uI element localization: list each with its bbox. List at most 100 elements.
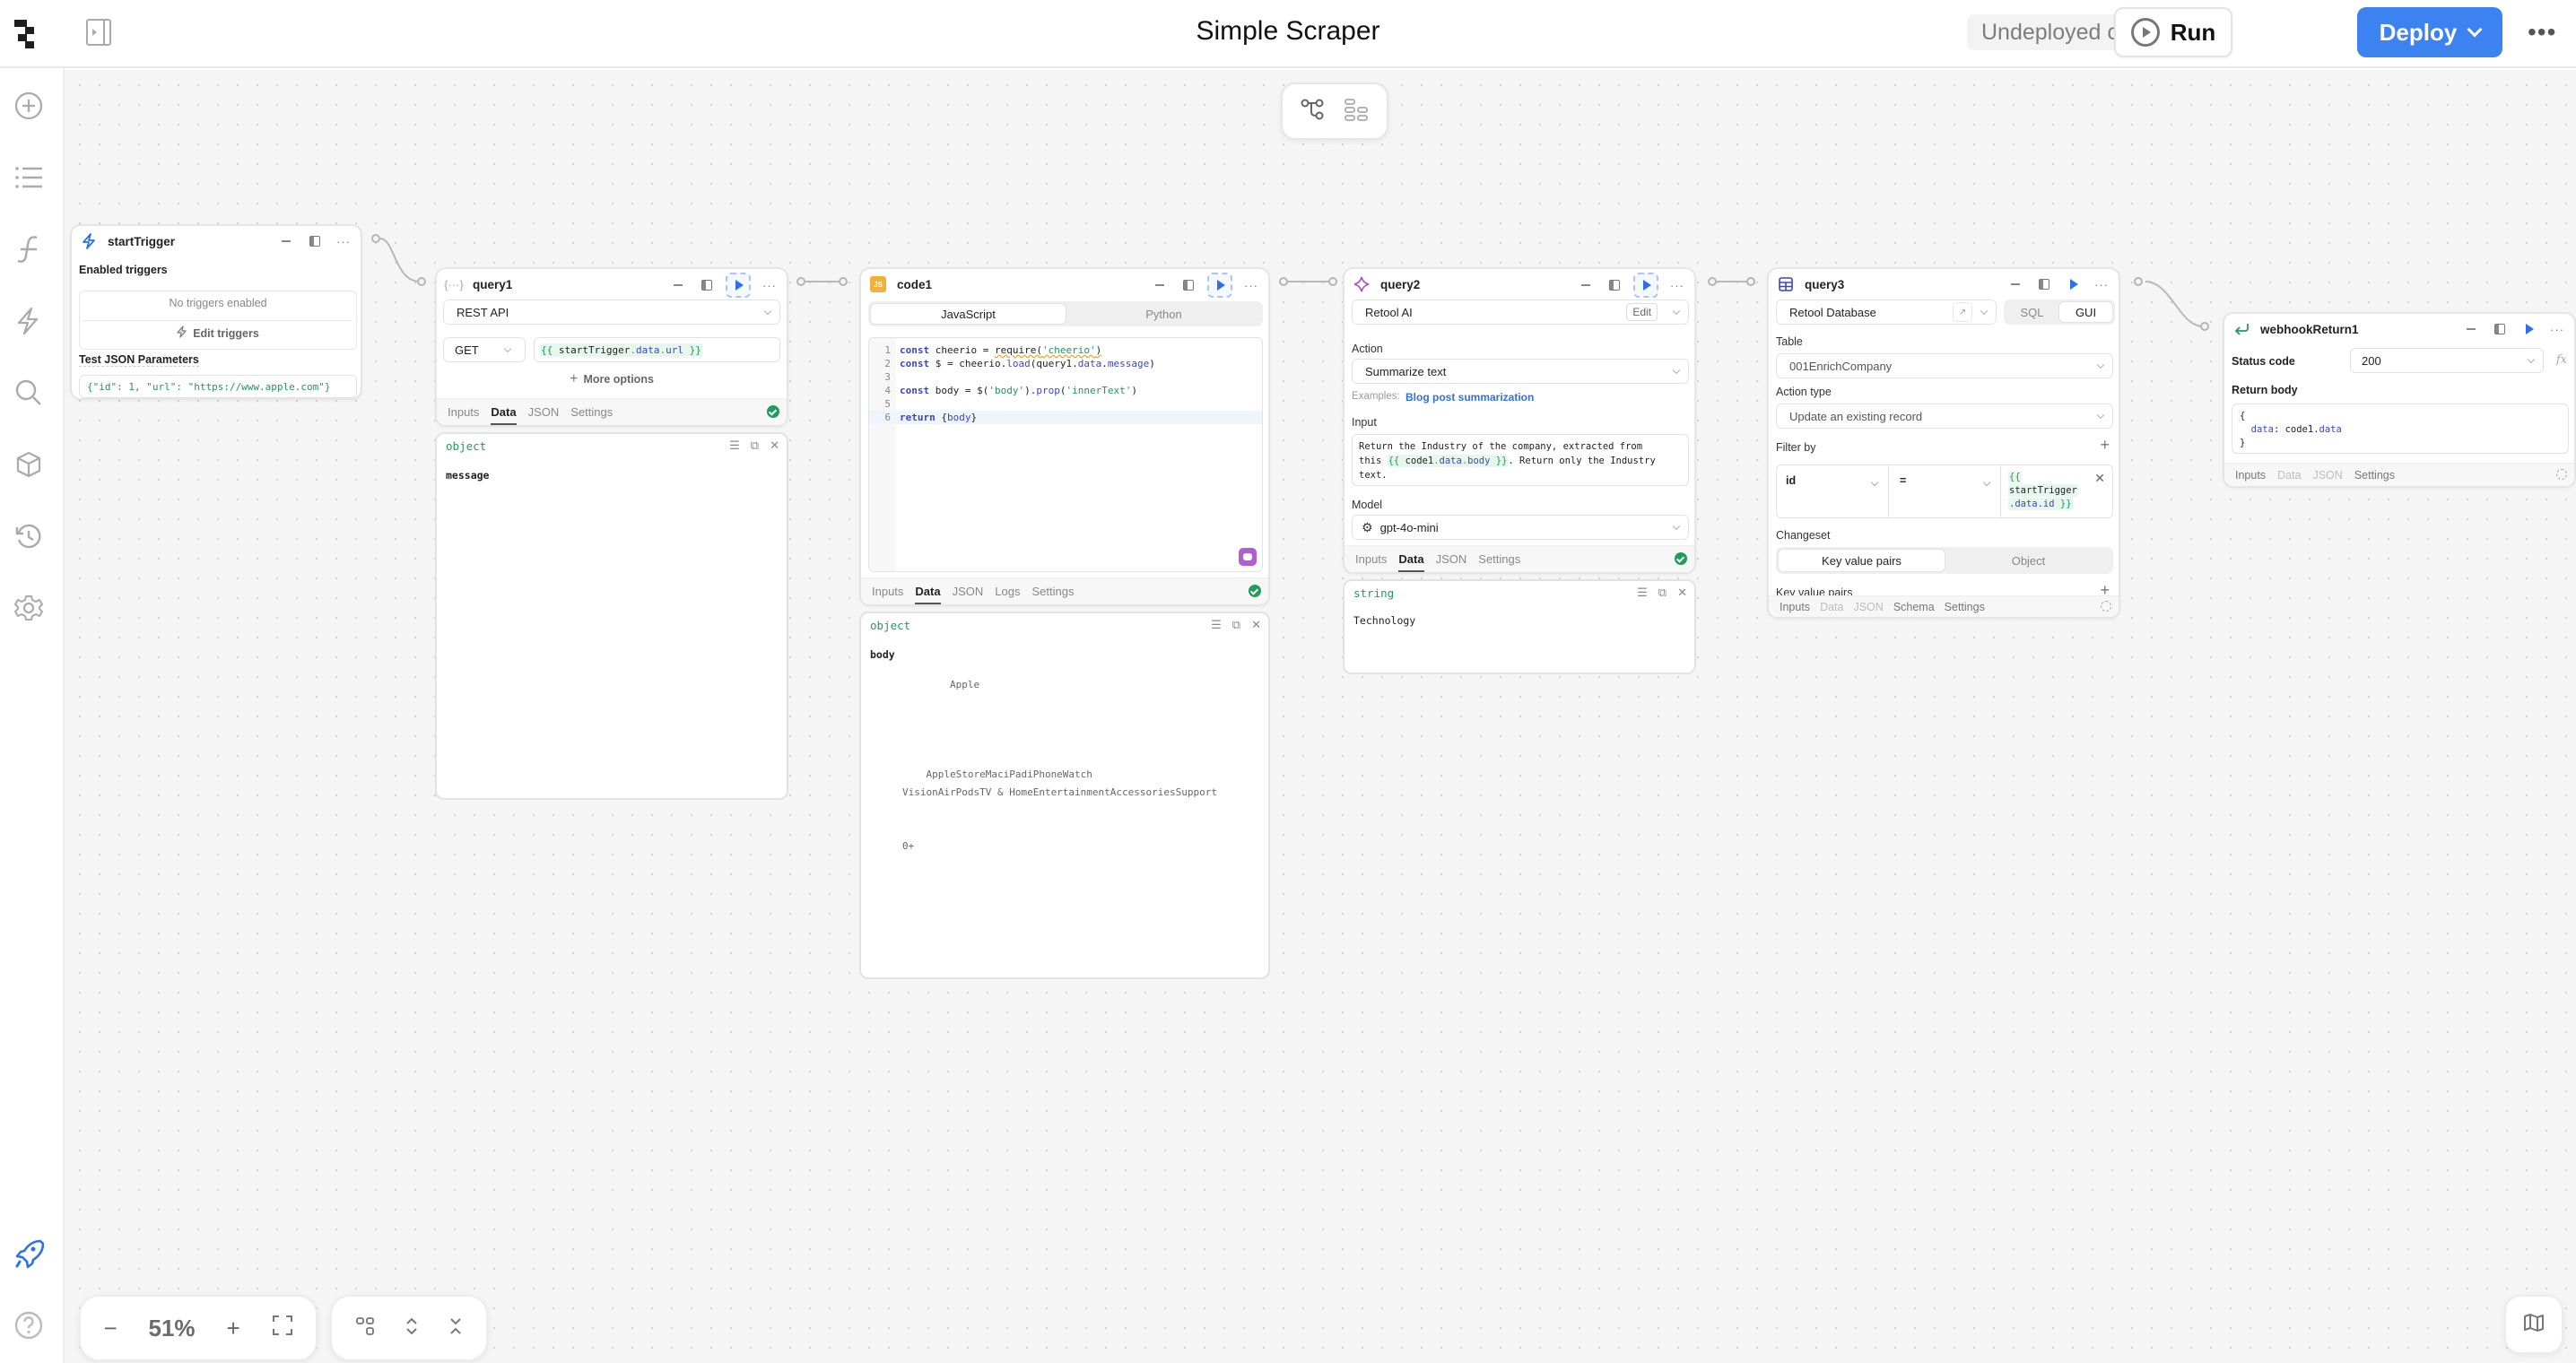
tab-json[interactable]: JSON: [953, 585, 984, 598]
expand-all-icon[interactable]: [405, 1316, 419, 1341]
toggle-panel-icon[interactable]: [84, 18, 113, 47]
tab-json[interactable]: JSON: [1436, 552, 1467, 566]
add-filter-icon[interactable]: +: [2100, 436, 2110, 455]
query1-block[interactable]: {···} query1 ··· REST API GET {{ startTr…: [435, 267, 788, 427]
tab-gui[interactable]: GUI: [2058, 301, 2113, 323]
tab-settings[interactable]: Settings: [1478, 552, 1520, 566]
side-panel-icon[interactable]: [1605, 273, 1624, 297]
tab-json[interactable]: JSON: [528, 405, 560, 419]
fx-icon[interactable]: fx: [2556, 353, 2567, 367]
minimize-icon[interactable]: [276, 230, 296, 253]
output-port[interactable]: [371, 234, 380, 243]
blog-post-example-link[interactable]: Blog post summarization: [1405, 391, 1534, 404]
tab-logs[interactable]: Logs: [995, 585, 1020, 598]
add-block-icon[interactable]: [13, 90, 45, 122]
block-name[interactable]: startTrigger: [108, 235, 175, 248]
tab-data[interactable]: Data: [2277, 469, 2301, 482]
return-body-editor[interactable]: { data: code1.data }: [2232, 404, 2569, 454]
ai-assistant-icon[interactable]: [1239, 548, 1257, 566]
minimap-button[interactable]: [2504, 1295, 2563, 1354]
webhook-return-block[interactable]: webhookReturn1 ··· Status code 200 fx Re…: [2223, 312, 2576, 488]
action-type-select[interactable]: Update an existing record: [1776, 404, 2113, 429]
external-link-icon[interactable]: ↗: [1953, 302, 1972, 322]
block-name[interactable]: code1: [897, 278, 932, 291]
auto-layout-icon[interactable]: [355, 1316, 375, 1341]
status-code-select[interactable]: 200: [2350, 348, 2544, 373]
filter-operator-select[interactable]: =: [1889, 465, 2001, 517]
minimize-icon[interactable]: [1150, 273, 1170, 297]
history-icon[interactable]: [13, 520, 45, 552]
resource-select[interactable]: Retool AI Edit: [1352, 300, 1689, 325]
function-icon[interactable]: [13, 233, 45, 265]
method-select[interactable]: GET: [443, 337, 526, 362]
tab-settings[interactable]: Settings: [2354, 469, 2395, 482]
minimize-icon[interactable]: [2006, 273, 2025, 296]
copy-icon[interactable]: ⧉: [751, 438, 759, 453]
format-icon[interactable]: ☰: [1211, 618, 1222, 632]
minimize-icon[interactable]: [1576, 273, 1596, 297]
table-select[interactable]: 001EnrichCompany: [1776, 353, 2113, 378]
input-textarea[interactable]: Return the Industry of the company, extr…: [1352, 434, 1689, 486]
run-block-icon[interactable]: [2063, 273, 2083, 296]
side-panel-icon[interactable]: [305, 230, 325, 253]
side-panel-icon[interactable]: [2034, 273, 2054, 296]
zoom-in-icon[interactable]: +: [226, 1315, 239, 1342]
close-icon[interactable]: ✕: [1251, 618, 1261, 632]
workflow-title[interactable]: Simple Scraper: [1196, 16, 1379, 46]
format-icon[interactable]: ☰: [729, 438, 740, 453]
copy-icon[interactable]: ⧉: [1658, 586, 1667, 600]
cube-icon[interactable]: [13, 448, 45, 481]
start-trigger-block[interactable]: startTrigger ··· Enabled triggers No tri…: [70, 224, 362, 400]
list-view-icon[interactable]: [1344, 98, 1369, 126]
tab-json[interactable]: JSON: [2312, 469, 2342, 482]
side-panel-icon[interactable]: [697, 273, 717, 297]
code1-block[interactable]: JS code1 ··· JavaScript Python 1 const ch…: [859, 267, 1270, 606]
tab-settings[interactable]: Settings: [1031, 585, 1074, 598]
edit-resource-button[interactable]: Edit: [1626, 303, 1658, 321]
run-block-icon[interactable]: [2519, 317, 2538, 341]
run-block-icon[interactable]: [1207, 273, 1232, 298]
minimize-icon[interactable]: [668, 273, 688, 297]
filter-column-select[interactable]: id: [1777, 465, 1889, 517]
tab-data[interactable]: Data: [1820, 601, 1843, 613]
block-name[interactable]: query2: [1380, 278, 1420, 291]
remove-filter-icon[interactable]: ✕: [2094, 471, 2105, 486]
tab-python[interactable]: Python: [1066, 303, 1261, 325]
tab-key-value-pairs[interactable]: Key value pairs: [1778, 549, 1945, 572]
tab-data[interactable]: Data: [491, 405, 517, 425]
close-icon[interactable]: ✕: [1677, 586, 1687, 600]
tab-data[interactable]: Data: [1398, 552, 1424, 572]
tab-settings[interactable]: Settings: [1945, 601, 1985, 613]
tab-inputs[interactable]: Inputs: [872, 585, 903, 598]
resource-select[interactable]: Retool Database ↗: [1776, 300, 1997, 325]
run-block-icon[interactable]: [726, 273, 751, 298]
more-options-icon[interactable]: ···: [2547, 317, 2567, 341]
graph-view-icon[interactable]: [1301, 98, 1326, 126]
block-name[interactable]: webhookReturn1: [2260, 323, 2359, 336]
lightning-icon[interactable]: [13, 305, 45, 337]
input-port[interactable]: [2200, 322, 2209, 331]
zoom-out-icon[interactable]: −: [103, 1315, 117, 1342]
query3-block[interactable]: query3 ··· Retool Database ↗ SQL GUI Tab…: [1767, 267, 2120, 619]
code-editor[interactable]: 1 const cheerio = require('cheerio') 2 con…: [868, 337, 1263, 572]
collapse-all-icon[interactable]: [448, 1316, 463, 1341]
minimize-icon[interactable]: [2461, 317, 2481, 341]
more-options-icon[interactable]: ···: [1667, 273, 1687, 297]
more-options-icon[interactable]: ···: [760, 273, 779, 297]
tab-inputs[interactable]: Inputs: [448, 405, 479, 419]
tab-object[interactable]: Object: [1945, 549, 2111, 572]
retool-logo-icon[interactable]: [13, 18, 47, 50]
model-select[interactable]: ⚙ gpt-4o-mini: [1352, 515, 1689, 540]
close-icon[interactable]: ✕: [770, 438, 779, 453]
rocket-icon[interactable]: [13, 1237, 45, 1270]
side-panel-icon[interactable]: [1179, 273, 1198, 297]
input-port[interactable]: [839, 277, 848, 286]
help-circle-icon[interactable]: [13, 1309, 45, 1341]
copy-icon[interactable]: ⧉: [1232, 618, 1240, 632]
more-options-icon[interactable]: ···: [334, 230, 353, 253]
resource-select[interactable]: REST API: [443, 300, 780, 325]
output-port[interactable]: [796, 277, 805, 286]
block-name[interactable]: query1: [473, 278, 512, 291]
more-options-icon[interactable]: ···: [2092, 273, 2111, 296]
action-select[interactable]: Summarize text: [1352, 359, 1689, 384]
